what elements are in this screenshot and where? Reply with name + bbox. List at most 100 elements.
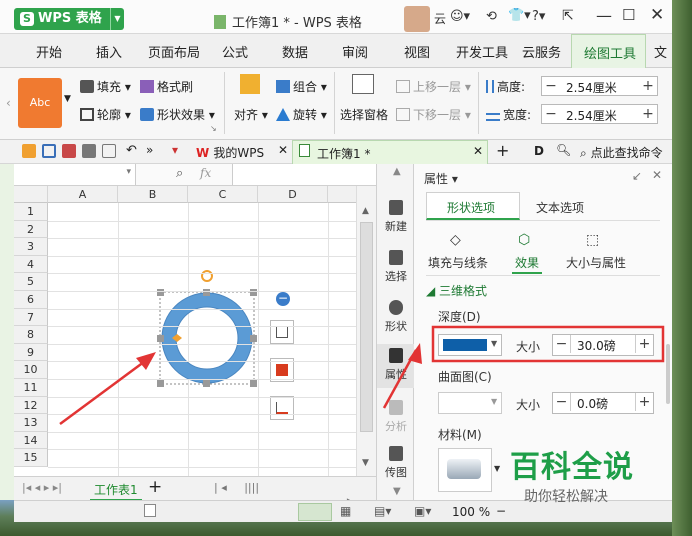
- customize-icon[interactable]: ▾: [172, 143, 178, 157]
- resize-handle-se[interactable]: [250, 380, 257, 387]
- tab-insert[interactable]: 插入: [96, 42, 122, 61]
- insert-function-button[interactable]: fx: [200, 166, 211, 180]
- align-button[interactable]: 对齐 ▾: [234, 106, 268, 123]
- reading-mode-icon[interactable]: ▣▾: [414, 504, 431, 518]
- open-icon[interactable]: [22, 144, 36, 158]
- subtab-size-properties[interactable]: 大小与属性: [566, 254, 626, 271]
- tab-shape-options[interactable]: 形状选项: [426, 192, 520, 220]
- height-spinner[interactable]: − 2.54厘米 +: [541, 76, 658, 96]
- close-my-wps-icon[interactable]: ✕: [278, 143, 288, 157]
- pin-icon[interactable]: 🔍︎: [556, 143, 571, 157]
- user-name[interactable]: 云: [434, 10, 446, 27]
- sidebar-item-upload-image[interactable]: 传图: [377, 446, 415, 480]
- tab-drawing-tools[interactable]: 绘图工具: [571, 34, 646, 68]
- resize-handle-w[interactable]: [157, 335, 164, 342]
- find-command[interactable]: ⌕ 点此查找命令: [580, 144, 663, 161]
- bring-forward-button[interactable]: 上移一层 ▾: [396, 78, 471, 95]
- contour-color-dropdown-icon[interactable]: ▼: [491, 397, 497, 406]
- help-icon[interactable]: ?▾: [532, 9, 545, 24]
- page-break-view-icon[interactable]: ▤▾: [374, 504, 391, 518]
- vertical-scrollbar[interactable]: ▲ ▼: [356, 186, 376, 476]
- subtab-fill-line[interactable]: 填充与线条: [428, 254, 488, 271]
- resize-handle-s[interactable]: [203, 380, 210, 387]
- sidebar-item-properties[interactable]: 属性: [377, 344, 415, 388]
- print-icon[interactable]: [82, 144, 96, 158]
- depth-value[interactable]: 30.0磅: [577, 337, 616, 354]
- depth-color-picker[interactable]: ▼: [438, 334, 502, 356]
- resize-handle-e[interactable]: [250, 335, 257, 342]
- sheet-nav-icons[interactable]: |◂ ◂ ▸ ▸|: [22, 481, 62, 494]
- sidebar-item-new[interactable]: 新建: [377, 200, 415, 234]
- depth-color-dropdown-icon[interactable]: ▼: [491, 339, 497, 348]
- style-gallery-arrow-icon[interactable]: ▼: [64, 94, 71, 104]
- user-status-icon[interactable]: ☺▾: [450, 9, 470, 24]
- material-picker[interactable]: [438, 448, 492, 492]
- vertical-scroll-thumb[interactable]: [360, 222, 373, 432]
- format-brush-button[interactable]: 格式刷: [140, 78, 193, 95]
- tab-text-options[interactable]: 文本选项: [536, 199, 584, 216]
- spreadsheet-grid[interactable]: A B C D 1 2 3 4 5 6 7 8 9 10 11 12 13 14 15 −: [14, 186, 376, 476]
- panel-title[interactable]: 属性 ▾: [424, 170, 458, 187]
- user-avatar[interactable]: [404, 6, 430, 32]
- contour-spinner[interactable]: − 0.0磅 +: [552, 392, 654, 414]
- depth-decrease-button[interactable]: −: [553, 335, 571, 353]
- print-preview-icon[interactable]: [102, 144, 116, 158]
- maximize-button[interactable]: ☐: [622, 6, 635, 24]
- export-pdf-icon[interactable]: [62, 144, 76, 158]
- tab-view[interactable]: 视图: [404, 42, 430, 61]
- select-pane-button[interactable]: 选择窗格: [340, 106, 388, 123]
- skin-icon[interactable]: 👕▾: [508, 8, 531, 23]
- undo-icon[interactable]: ↶: [126, 143, 137, 158]
- height-value[interactable]: 2.54厘米: [566, 79, 617, 96]
- save-icon[interactable]: [42, 144, 56, 158]
- width-decrease-button[interactable]: −: [542, 105, 560, 123]
- panel-scrollbar[interactable]: [666, 344, 670, 404]
- contour-color-picker[interactable]: ▼: [438, 392, 502, 414]
- more-commands-icon[interactable]: »: [146, 143, 153, 157]
- zoom-search-icon[interactable]: ⌕: [176, 166, 183, 181]
- sidebar-scroll-down-icon[interactable]: ▼: [393, 486, 401, 497]
- name-box-dropdown-icon[interactable]: ▾: [126, 167, 131, 177]
- contour-increase-button[interactable]: +: [635, 393, 653, 411]
- panel-dock-icon[interactable]: ↙: [632, 169, 642, 183]
- tab-formulas[interactable]: 公式: [222, 42, 248, 61]
- collapse-toolbar-icon[interactable]: −: [276, 292, 290, 306]
- contour-decrease-button[interactable]: −: [553, 393, 571, 411]
- close-button[interactable]: ✕: [650, 5, 664, 25]
- outline-float-button[interactable]: [270, 396, 294, 420]
- shape-style-float-button[interactable]: [270, 320, 294, 344]
- my-wps-tab[interactable]: W 我的WPS: [196, 144, 264, 161]
- normal-view-button[interactable]: [298, 503, 332, 521]
- sync-icon[interactable]: ⟲: [486, 9, 497, 24]
- macro-icon[interactable]: [144, 504, 156, 517]
- tab-data[interactable]: 数据: [282, 42, 308, 61]
- add-sheet-button[interactable]: +: [148, 477, 162, 497]
- width-increase-button[interactable]: +: [639, 105, 657, 123]
- tab-developer[interactable]: 开发工具: [456, 42, 508, 61]
- combine-button[interactable]: 组合 ▾: [276, 78, 327, 95]
- material-dropdown-icon[interactable]: ▼: [494, 464, 500, 473]
- cloud-doc-icon[interactable]: D: [534, 144, 544, 158]
- close-document-tab-icon[interactable]: ✕: [473, 144, 483, 158]
- outline-button[interactable]: 轮廓 ▾: [80, 106, 131, 123]
- height-decrease-button[interactable]: −: [542, 77, 560, 95]
- rotate-button[interactable]: 旋转 ▾: [276, 106, 327, 123]
- panel-close-icon[interactable]: ✕: [652, 168, 662, 182]
- restore-ribbon-icon[interactable]: ⇱: [562, 8, 574, 24]
- scroll-down-icon[interactable]: ▼: [362, 458, 369, 468]
- new-tab-icon[interactable]: +: [496, 141, 509, 160]
- app-menu-arrow-icon[interactable]: ▼: [110, 8, 124, 30]
- depth-increase-button[interactable]: +: [635, 335, 653, 353]
- sheet-tab-1[interactable]: 工作表1: [90, 480, 142, 501]
- name-box[interactable]: ▾: [14, 164, 136, 185]
- document-tab[interactable]: 工作簿1 * ✕: [292, 140, 488, 164]
- ribbon-scroll-left-icon[interactable]: ‹: [6, 96, 11, 110]
- sidebar-item-shape[interactable]: 形状: [377, 300, 415, 334]
- width-spinner[interactable]: − 2.54厘米 +: [541, 104, 658, 124]
- scroll-up-icon[interactable]: ▲: [362, 206, 369, 216]
- formula-input[interactable]: [232, 164, 376, 185]
- resize-handle-sw[interactable]: [157, 380, 164, 387]
- zoom-level[interactable]: 100 %: [452, 505, 490, 519]
- depth-spinner[interactable]: − 30.0磅 +: [552, 334, 654, 356]
- tab-page-layout[interactable]: 页面布局: [148, 42, 200, 61]
